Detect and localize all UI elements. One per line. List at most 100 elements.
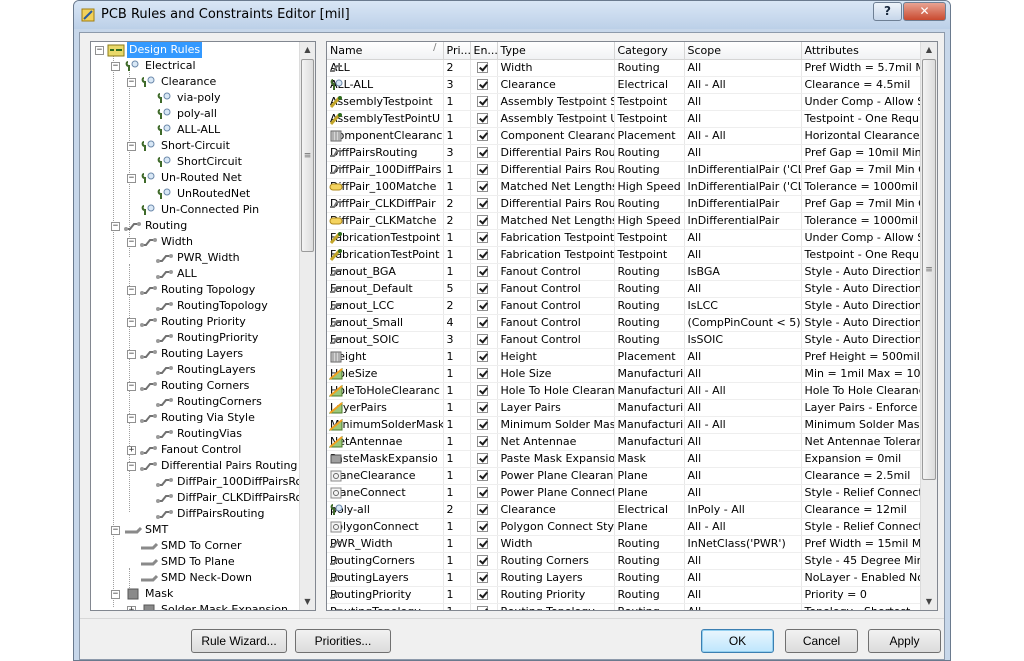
apply-button[interactable]: Apply xyxy=(868,629,941,653)
enabled-checkbox[interactable] xyxy=(476,147,488,158)
enabled-checkbox[interactable] xyxy=(476,266,488,277)
tree-item[interactable]: ShortCircuit xyxy=(91,154,299,170)
tree-item[interactable]: − Routing Priority xyxy=(91,314,299,330)
column-header[interactable]: Scope xyxy=(684,42,802,60)
expand-icon[interactable]: + xyxy=(127,606,136,610)
table-row[interactable]: HoleSize1 Hole SizeManufacturingAllMin = … xyxy=(327,365,920,383)
scroll-down-icon[interactable]: ▼ xyxy=(300,594,315,610)
tree-item[interactable]: RoutingTopology xyxy=(91,298,299,314)
enabled-checkbox[interactable] xyxy=(476,521,488,532)
tree-item[interactable]: PWR_Width xyxy=(91,250,299,266)
column-header[interactable]: En... xyxy=(470,42,498,60)
collapse-icon[interactable]: − xyxy=(127,382,136,391)
enabled-checkbox[interactable] xyxy=(476,130,488,141)
enabled-checkbox[interactable] xyxy=(476,198,488,209)
table-row[interactable]: Height 1 Height Placement All Pref Height = 5… xyxy=(327,348,920,366)
title-bar[interactable]: PCB Rules and Constraints Editor [mil] ?… xyxy=(74,1,950,29)
tree-item[interactable]: via-poly xyxy=(91,90,299,106)
enabled-checkbox[interactable] xyxy=(476,606,488,610)
enabled-checkbox[interactable] xyxy=(476,589,488,600)
collapse-icon[interactable]: − xyxy=(111,526,120,535)
tree-item[interactable]: − Differential Pairs Routing xyxy=(91,458,299,474)
table-row[interactable]: DiffPair_100DiffPairs 1 Differential Pairs… xyxy=(327,161,920,179)
close-button[interactable]: ✕ xyxy=(903,2,946,21)
tree-item[interactable]: − Routing xyxy=(91,218,299,234)
table-row[interactable]: Fanout_LCC 2 Fanout Control Routing IsLCC Sty… xyxy=(327,297,920,315)
collapse-icon[interactable]: − xyxy=(127,174,136,183)
table-row[interactable]: DiffPair_CLKDiffPair 2 Differential Pairs … xyxy=(327,195,920,213)
tree-item[interactable]: DiffPair_100DiffPairsRouting xyxy=(91,474,299,490)
enabled-checkbox[interactable] xyxy=(476,300,488,311)
collapse-icon[interactable]: − xyxy=(95,46,104,55)
enabled-checkbox[interactable] xyxy=(476,317,488,328)
priorities-button[interactable]: Priorities... xyxy=(295,629,391,653)
table-row[interactable]: MinimumSolderMask1Minimum Solder Mask SM… xyxy=(327,416,920,434)
tree-item[interactable]: poly-all xyxy=(91,106,299,122)
rule-wizard-button[interactable]: Rule Wizard... xyxy=(191,629,287,653)
enabled-checkbox[interactable] xyxy=(476,555,488,566)
rules-tree[interactable]: − Design Rules − Electrical − Clearance via-po… xyxy=(90,41,316,611)
table-row[interactable]: PasteMaskExpansio 1 Paste Mask Expansion Ma… xyxy=(327,450,920,468)
column-header[interactable]: Name / xyxy=(327,42,444,60)
tree-item[interactable]: RoutingVias xyxy=(91,426,299,442)
tree-item[interactable]: − Routing Via Style xyxy=(91,410,299,426)
scroll-up-icon[interactable]: ▲ xyxy=(921,42,937,58)
grid-scrollbar[interactable]: ▲ ≡ ▼ xyxy=(920,42,937,610)
collapse-icon[interactable]: − xyxy=(127,238,136,247)
enabled-checkbox[interactable] xyxy=(476,96,488,107)
enabled-checkbox[interactable] xyxy=(476,164,488,175)
table-row[interactable]: PWR_Width 1 Width Routing InNetClass('PWR') P… xyxy=(327,535,920,553)
tree-item[interactable]: − Routing Corners xyxy=(91,378,299,394)
table-row[interactable]: DiffPair_CLKMatche 2 Matched Net Lengths Hi… xyxy=(327,212,920,230)
tree-item[interactable]: SMD Neck-Down xyxy=(91,570,299,586)
table-row[interactable]: DiffPair_100Matche 1 Matched Net Lengths Hi… xyxy=(327,178,920,196)
tree-item[interactable]: − Routing Topology xyxy=(91,282,299,298)
tree-item[interactable]: DiffPairsRouting xyxy=(91,506,299,522)
tree-item[interactable]: + Solder Mask Expansion xyxy=(91,602,299,610)
cancel-button[interactable]: Cancel xyxy=(785,629,858,653)
enabled-checkbox[interactable] xyxy=(476,249,488,260)
table-row[interactable]: DiffPairsRouting 3 Differential Pairs Rout… xyxy=(327,144,920,162)
column-header[interactable]: Attributes xyxy=(801,42,920,60)
enabled-checkbox[interactable] xyxy=(476,453,488,464)
enabled-checkbox[interactable] xyxy=(476,402,488,413)
table-row[interactable]: HoleToHoleClearanc1 Hole To Hole Clearanc… xyxy=(327,382,920,400)
tree-item[interactable]: UnRoutedNet xyxy=(91,186,299,202)
table-row[interactable]: Fanout_SOIC 3 Fanout Control Routing IsSOIC S… xyxy=(327,331,920,349)
column-header[interactable]: Type xyxy=(497,42,615,60)
table-row[interactable]: RoutingTopology 1 Routing TopologyRoutingA… xyxy=(327,603,920,610)
tree-item[interactable]: − Short-Circuit xyxy=(91,138,299,154)
tree-item[interactable]: ALL-ALL xyxy=(91,122,299,138)
tree-item[interactable]: − Un-Routed Net xyxy=(91,170,299,186)
scroll-down-icon[interactable]: ▼ xyxy=(921,594,937,610)
enabled-checkbox[interactable] xyxy=(476,181,488,192)
expand-icon[interactable]: + xyxy=(127,446,136,455)
table-row[interactable]: PlaneClearance 1 Power Plane Clearance Plan… xyxy=(327,467,920,485)
collapse-icon[interactable]: − xyxy=(111,62,120,71)
scroll-thumb[interactable]: ≡ xyxy=(922,59,936,480)
tree-item[interactable]: RoutingLayers xyxy=(91,362,299,378)
tree-scrollbar[interactable]: ▲ ≡ ▼ xyxy=(299,42,315,610)
collapse-icon[interactable]: − xyxy=(127,318,136,327)
enabled-checkbox[interactable] xyxy=(476,351,488,362)
enabled-checkbox[interactable] xyxy=(476,79,488,90)
collapse-icon[interactable]: − xyxy=(111,590,120,599)
enabled-checkbox[interactable] xyxy=(476,232,488,243)
table-row[interactable]: LayerPairs1 Layer PairsManufacturingAllLa… xyxy=(327,399,920,417)
collapse-icon[interactable]: − xyxy=(127,462,136,471)
table-row[interactable]: PlaneConnect1 Power Plane Connect SPlaneA… xyxy=(327,484,920,502)
collapse-icon[interactable]: − xyxy=(127,414,136,423)
table-row[interactable]: ALL-ALL 3 Clearance Electrical All - All Clea… xyxy=(327,76,920,94)
tree-item[interactable]: − Electrical xyxy=(91,58,299,74)
enabled-checkbox[interactable] xyxy=(476,334,488,345)
enabled-checkbox[interactable] xyxy=(476,62,488,73)
table-row[interactable]: Fanout_Small 4 Fanout Control Routing (CompP… xyxy=(327,314,920,332)
table-row[interactable]: ALL 2 Width Routing All Pref Width = 5.7mil M… xyxy=(327,59,920,77)
tree-item[interactable]: Un-Connected Pin xyxy=(91,202,299,218)
table-row[interactable]: poly-all 2 Clearance Electrical InPoly - All… xyxy=(327,501,920,519)
tree-item[interactable]: − Mask xyxy=(91,586,299,602)
tree-item[interactable]: SMD To Corner xyxy=(91,538,299,554)
enabled-checkbox[interactable] xyxy=(476,504,488,515)
enabled-checkbox[interactable] xyxy=(476,215,488,226)
tree-item[interactable]: SMD To Plane xyxy=(91,554,299,570)
